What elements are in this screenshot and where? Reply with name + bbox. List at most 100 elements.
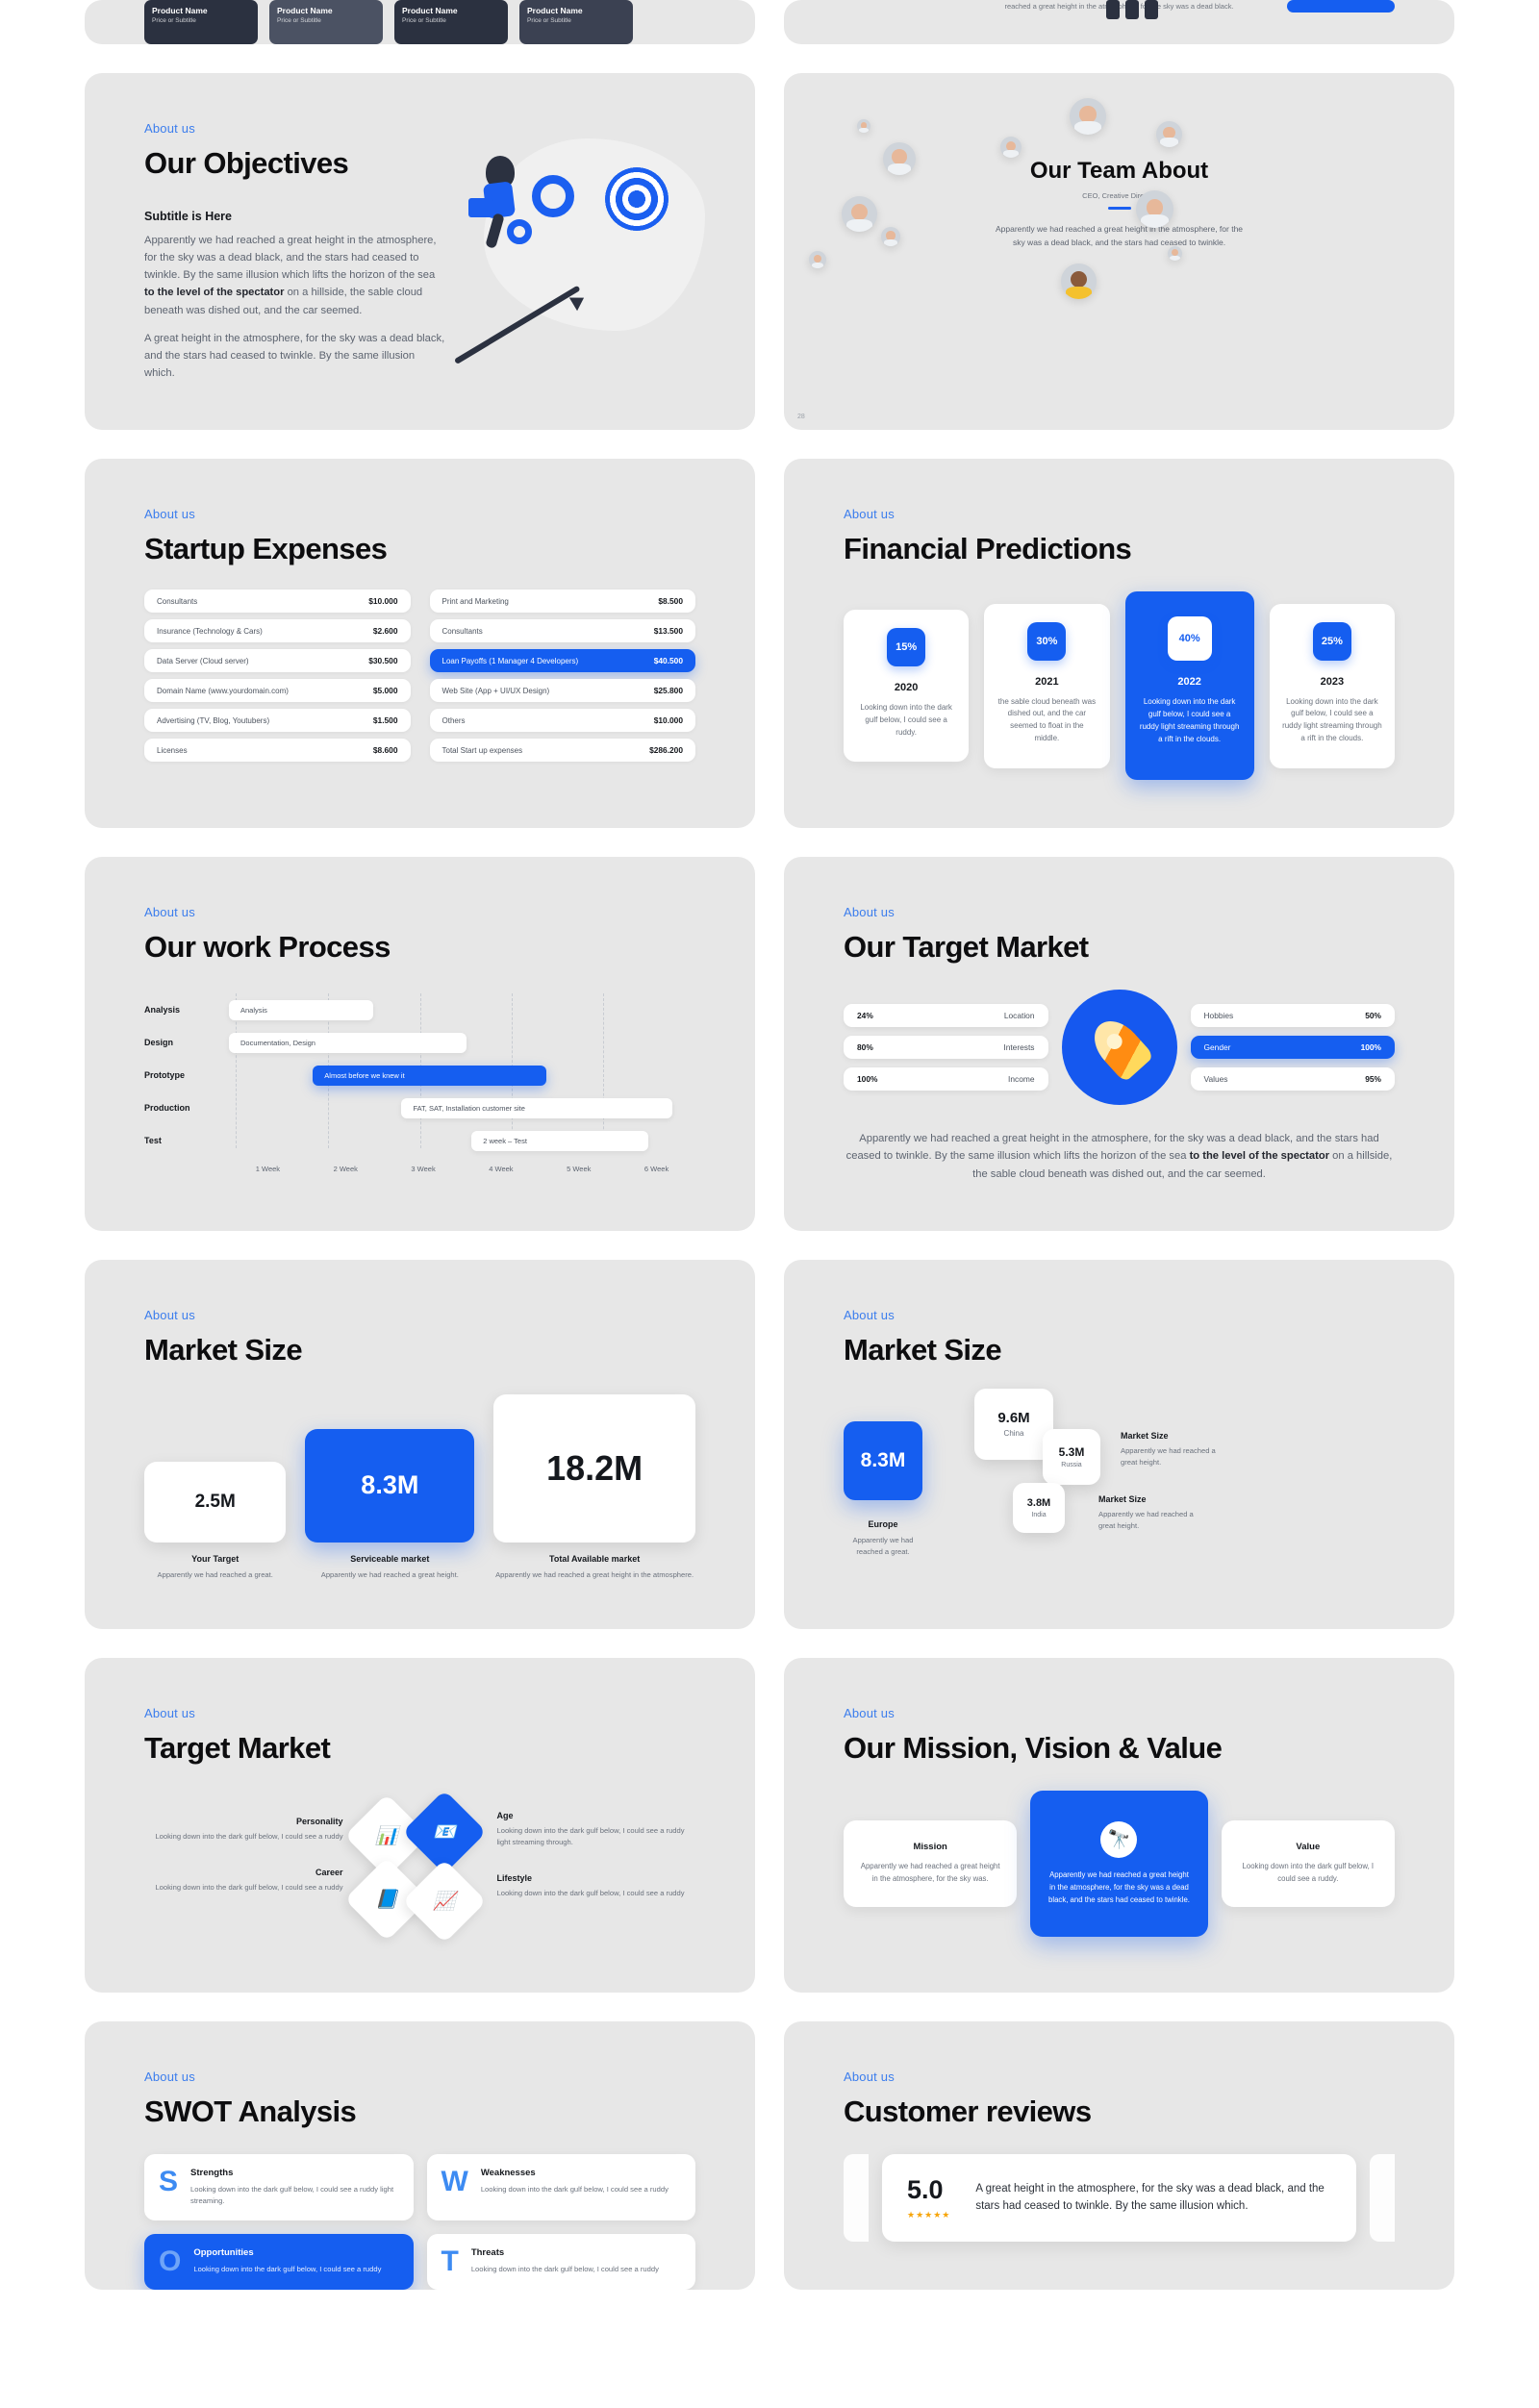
market-card-india[interactable]: 3.8M India xyxy=(1013,1482,1065,1533)
product-name: Product Name xyxy=(277,6,333,15)
table-row[interactable]: Advertising (TV, Blog, Youtubers) $1.500 xyxy=(144,709,411,733)
eyebrow-label: About us xyxy=(844,905,895,920)
page-title: Our Mission, Vision & Value xyxy=(844,1730,1223,1765)
avatar[interactable] xyxy=(1156,121,1182,147)
mail-icon[interactable]: 📧 xyxy=(401,1790,487,1874)
table-row[interactable]: Licenses $8.600 xyxy=(144,739,411,763)
mission-card[interactable]: Mission Apparently we had reached a grea… xyxy=(844,1820,1018,1908)
target-item[interactable]: Lifestyle Looking down into the dark gul… xyxy=(497,1873,696,1899)
page-title: Market Size xyxy=(144,1332,303,1367)
financial-card-highlighted[interactable]: 40% 2022 Looking down into the dark gulf… xyxy=(1124,591,1254,781)
market-box-group[interactable]: 18.2M Total Available market Apparently … xyxy=(493,1393,695,1581)
slide-work-process[interactable]: About us Our work Process Analysis Analy… xyxy=(85,857,755,1231)
slide-financial-predictions[interactable]: About us Financial Predictions 15% 2020 … xyxy=(784,459,1454,829)
slide-target-market-icons[interactable]: About us Target Market Personality Looki… xyxy=(85,1657,755,1993)
page-title: SWOT Analysis xyxy=(144,2094,357,2128)
page-title: Target Market xyxy=(144,1730,331,1765)
financial-card[interactable]: 30% 2021 the sable cloud beneath was dis… xyxy=(984,603,1110,768)
table-row[interactable]: Consultants $13.500 xyxy=(429,619,695,643)
market-box-group[interactable]: 8.3M Serviceable market Apparently we ha… xyxy=(305,1428,475,1581)
market-box-group[interactable]: 2.5M Your Target Apparently we had reach… xyxy=(144,1461,287,1581)
product-card[interactable]: Product Name Price or Subtitle xyxy=(144,0,258,44)
metric-row[interactable]: 24% Location xyxy=(844,1004,1048,1028)
eyebrow-label: About us xyxy=(144,121,195,136)
product-card[interactable]: Product Name Price or Subtitle xyxy=(519,0,633,44)
slide-swot-analysis[interactable]: About us SWOT Analysis S Strengths Looki… xyxy=(85,2020,755,2291)
product-card[interactable]: Product Name Price or Subtitle xyxy=(394,0,508,44)
slide-customer-reviews[interactable]: About us Customer reviews 5.0 ★★★★★ A gr… xyxy=(784,2020,1454,2291)
people-illustration xyxy=(1105,0,1158,19)
gantt-bar[interactable]: Analysis xyxy=(229,999,374,1020)
line-chart-icon[interactable]: 📈 xyxy=(401,1859,487,1944)
avatar[interactable] xyxy=(1070,98,1106,135)
avatar[interactable] xyxy=(883,142,916,175)
caption-head: Your Target xyxy=(191,1553,240,1564)
target-right-column: Hobbies 50% Gender 100% Values 95% xyxy=(1190,1004,1395,1091)
mission-card-highlighted[interactable]: 🔭 Apparently we had reached a great heig… xyxy=(1030,1790,1208,1938)
avatar[interactable] xyxy=(1168,246,1182,261)
slide-our-team[interactable]: Our Team About CEO, Creative Director Ap… xyxy=(784,73,1454,431)
avatar[interactable] xyxy=(857,119,870,133)
table-row-total[interactable]: Total Start up expenses $286.200 xyxy=(429,739,695,763)
gantt-bar[interactable]: Documentation, Design xyxy=(229,1032,467,1053)
target-item[interactable]: Age Looking down into the dark gulf belo… xyxy=(497,1811,696,1848)
swot-card-weaknesses[interactable]: W Weaknesses Looking down into the dark … xyxy=(426,2153,695,2221)
gantt-row[interactable]: Test 2 week – Test xyxy=(144,1124,695,1157)
review-next-card[interactable] xyxy=(1370,2153,1395,2242)
slide-our-objectives[interactable]: About us Our Objectives Subtitle is Here… xyxy=(85,73,755,431)
product-card[interactable]: Product Name Price or Subtitle xyxy=(269,0,383,44)
slide-startup-expenses[interactable]: About us Startup Expenses Consultants $10… xyxy=(85,459,755,829)
table-row[interactable]: Print and Marketing $8.500 xyxy=(429,589,695,614)
review-prev-card[interactable] xyxy=(844,2153,869,2242)
slide-target-market[interactable]: About us Our Target Market 24% Location 8… xyxy=(784,857,1454,1231)
avatar[interactable] xyxy=(1000,137,1022,158)
table-row[interactable]: Web Site (App + UI/UX Design) $25.800 xyxy=(429,679,695,703)
slide-market-size-2[interactable]: About us Market Size 8.3M Europe Apparen… xyxy=(784,1259,1454,1629)
market-card-china[interactable]: 9.6M China xyxy=(974,1388,1053,1460)
target-item[interactable]: Personality Looking down into the dark g… xyxy=(144,1817,342,1843)
table-row-highlighted[interactable]: Loan Payoffs (1 Manager 4 Developers) $40… xyxy=(429,649,695,673)
target-item[interactable]: Career Looking down into the dark gulf b… xyxy=(144,1868,342,1894)
table-row[interactable]: Data Server (Cloud server) $30.500 xyxy=(144,649,411,673)
caption-head: Total Available market xyxy=(549,1553,641,1564)
market-card-russia[interactable]: 5.3M Russia xyxy=(1043,1428,1100,1485)
swot-card-threats[interactable]: T Threats Looking down into the dark gul… xyxy=(426,2234,695,2291)
swot-card-opportunities[interactable]: O Opportunities Looking down into the da… xyxy=(144,2234,414,2291)
metric-row[interactable]: 100% Income xyxy=(844,1067,1048,1091)
table-row[interactable]: Consultants $10.000 xyxy=(144,589,411,614)
note-text: Apparently we had reached a great height… xyxy=(1121,1445,1216,1467)
slide-clipped-top-right[interactable]: reached a great height in the atmosphere… xyxy=(784,0,1454,44)
expense-amount: $2.600 xyxy=(372,626,398,637)
gantt-row[interactable]: Design Documentation, Design xyxy=(144,1026,695,1059)
market-card-europe[interactable]: 8.3M xyxy=(844,1420,922,1500)
metric-row-highlighted[interactable]: Gender 100% xyxy=(1190,1036,1395,1060)
slide-mission-vision-value[interactable]: About us Our Mission, Vision & Value Mis… xyxy=(784,1657,1454,1993)
avatar[interactable] xyxy=(809,251,826,268)
review-card[interactable]: 5.0 ★★★★★ A great height in the atmosphe… xyxy=(882,2153,1356,2242)
avatar[interactable] xyxy=(1136,190,1173,228)
avatar[interactable] xyxy=(842,196,877,232)
gantt-bar[interactable]: 2 week – Test xyxy=(471,1130,649,1151)
table-row[interactable]: Domain Name (www.yourdomain.com) $5.000 xyxy=(144,679,411,703)
metric-row[interactable]: Values 95% xyxy=(1190,1067,1395,1091)
gantt-row[interactable]: Analysis Analysis xyxy=(144,993,695,1026)
metric-row[interactable]: 80% Interests xyxy=(844,1036,1048,1060)
gantt-row[interactable]: Prototype Almost before we knew it xyxy=(144,1059,695,1091)
swot-card-strengths[interactable]: S Strengths Looking down into the dark g… xyxy=(144,2153,414,2221)
swot-letter: T xyxy=(441,2245,459,2278)
gantt-row[interactable]: Production FAT, SAT, Installation custom… xyxy=(144,1091,695,1124)
gantt-bar[interactable]: FAT, SAT, Installation customer site xyxy=(401,1097,672,1118)
slide-market-size-1[interactable]: About us Market Size 2.5M Your Target Ap… xyxy=(85,1259,755,1629)
mission-card[interactable]: Value Looking down into the dark gulf be… xyxy=(1221,1820,1395,1908)
avatar[interactable] xyxy=(1061,263,1097,299)
table-row[interactable]: Others $10.000 xyxy=(429,709,695,733)
metric-row[interactable]: Hobbies 50% xyxy=(1190,1004,1395,1028)
expense-amount: $10.000 xyxy=(653,715,683,726)
financial-card[interactable]: 25% 2023 Looking down into the dark gulf… xyxy=(1269,603,1395,768)
expense-label: Others xyxy=(442,715,466,725)
financial-card[interactable]: 15% 2020 Looking down into the dark gulf… xyxy=(844,610,970,763)
slide-product-cards[interactable]: Product Name Price or Subtitle Product N… xyxy=(85,0,755,44)
gantt-bar-highlighted[interactable]: Almost before we knew it xyxy=(313,1065,546,1086)
table-row[interactable]: Insurance (Technology & Cars) $2.600 xyxy=(144,619,411,643)
avatar[interactable] xyxy=(881,227,900,246)
